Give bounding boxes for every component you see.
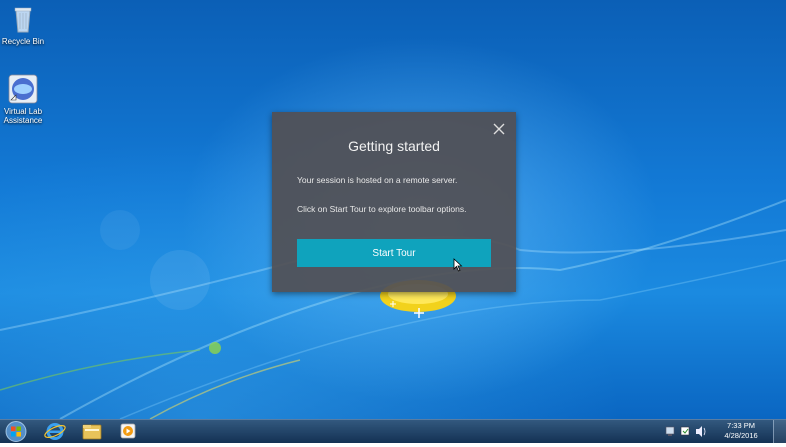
virtual-lab-icon (8, 74, 38, 104)
tour-hint-text: Click on Start Tour to explore toolbar o… (297, 204, 467, 214)
media-player-button[interactable] (111, 421, 145, 442)
media-player-icon (120, 423, 136, 439)
recycle-bin-shortcut[interactable]: Recycle Bin (0, 4, 53, 46)
clock-time: 7:33 PM (727, 421, 755, 430)
file-explorer-icon (82, 424, 102, 440)
mouse-pointer-icon (453, 258, 463, 272)
session-info-text: Your session is hosted on a remote serve… (297, 175, 458, 185)
close-icon[interactable] (492, 122, 506, 136)
show-desktop-button[interactable] (773, 420, 786, 443)
recycle-bin-label: Recycle Bin (1, 37, 45, 46)
internet-explorer-button[interactable] (38, 421, 72, 442)
internet-explorer-icon (44, 423, 66, 440)
file-explorer-button[interactable] (75, 421, 109, 442)
virtual-lab-shortcut[interactable]: Virtual Lab Assistance (0, 74, 53, 125)
clock[interactable]: 7:33 PM 4/28/2016 (718, 421, 764, 441)
action-center-icon[interactable] (680, 426, 690, 436)
volume-icon[interactable] (696, 426, 706, 437)
virtual-lab-label: Virtual Lab Assistance (3, 107, 43, 125)
start-button[interactable] (4, 420, 28, 443)
network-icon[interactable] (665, 426, 675, 436)
taskbar: 7:33 PM 4/28/2016 (0, 419, 786, 443)
recycle-bin-icon (8, 4, 38, 34)
getting-started-dialog: Getting started Your session is hosted o… (272, 112, 516, 292)
clock-date: 4/28/2016 (724, 431, 758, 440)
dialog-title: Getting started (348, 138, 440, 154)
system-tray (664, 422, 714, 441)
windows-logo-icon (5, 421, 27, 442)
